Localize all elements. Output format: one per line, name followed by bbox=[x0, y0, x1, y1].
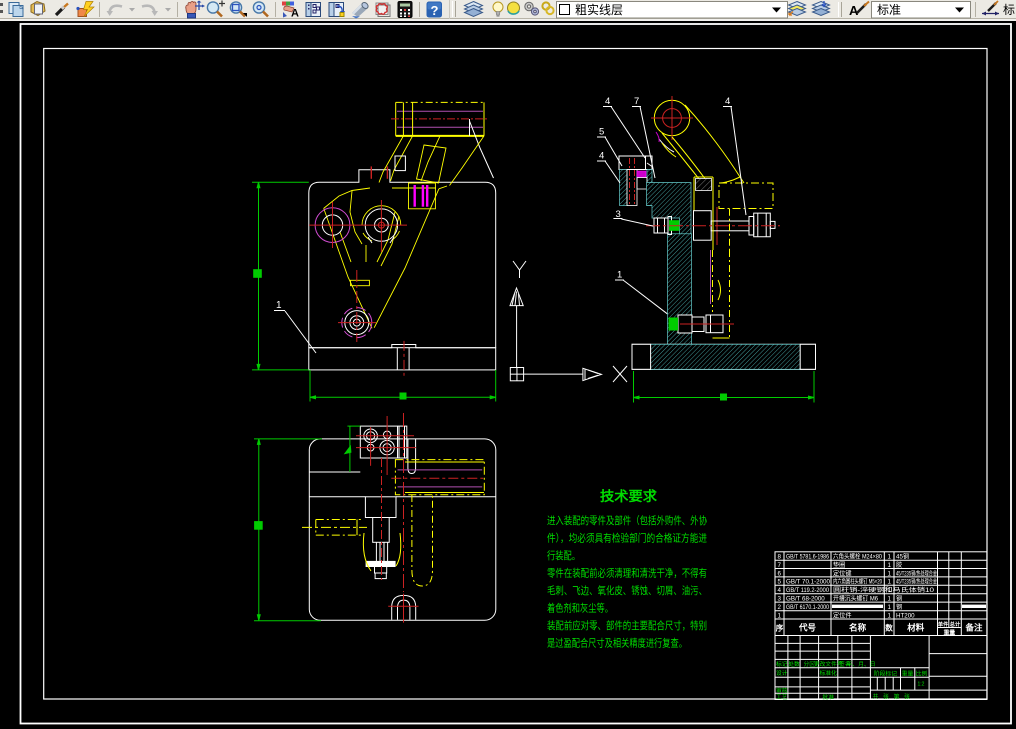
svg-text:4: 4 bbox=[778, 587, 782, 594]
svg-text:A: A bbox=[291, 8, 299, 20]
svg-text:阶段标记: 阶段标记 bbox=[874, 670, 897, 678]
svg-text:HT200: HT200 bbox=[896, 612, 915, 619]
svg-text:6: 6 bbox=[778, 570, 782, 577]
svg-text:1: 1 bbox=[888, 587, 892, 594]
svg-text:1: 1 bbox=[888, 554, 892, 561]
svg-text:3: 3 bbox=[616, 209, 621, 220]
svg-text:开槽沉头螺钉 M6: 开槽沉头螺钉 M6 bbox=[833, 595, 879, 603]
svg-text:1: 1 bbox=[888, 604, 892, 611]
svg-text:标: 标 bbox=[1003, 3, 1015, 17]
svg-text:备注: 备注 bbox=[964, 623, 983, 633]
svg-text:45/T235钢/热处理合金: 45/T235钢/热处理合金 bbox=[896, 578, 938, 586]
svg-text:材料: 材料 bbox=[906, 623, 925, 633]
svg-text:45钢: 45钢 bbox=[896, 553, 909, 561]
svg-text:1: 1 bbox=[888, 570, 892, 577]
svg-text:3: 3 bbox=[778, 596, 782, 603]
svg-text:件），均必须具有检验部门的合格证方能进: 件），均必须具有检验部门的合格证方能进 bbox=[547, 532, 707, 545]
svg-text:胶: 胶 bbox=[896, 561, 902, 569]
svg-text:1: 1 bbox=[888, 596, 892, 603]
svg-text:4: 4 bbox=[725, 96, 730, 107]
svg-text:GB/T 70.1-2000: GB/T 70.1-2000 bbox=[786, 579, 830, 586]
svg-text:7: 7 bbox=[778, 562, 782, 569]
svg-text:技术要求: 技术要求 bbox=[600, 488, 658, 504]
svg-text:六角头螺栓 M24×80: 六角头螺栓 M24×80 bbox=[833, 553, 882, 561]
svg-text:内六角圆柱头螺钉 M5×20: 内六角圆柱头螺钉 M5×20 bbox=[833, 578, 882, 586]
svg-text:共: 共 bbox=[873, 693, 879, 701]
svg-text:标准化: 标准化 bbox=[819, 669, 837, 677]
svg-text:名称: 名称 bbox=[849, 623, 867, 633]
svg-text:工艺: 工艺 bbox=[776, 693, 788, 701]
svg-text:总计: 总计 bbox=[950, 620, 961, 628]
svg-text:圆柱销-淬硬钢和马氏体销10: 圆柱销-淬硬钢和马氏体销10 bbox=[833, 586, 935, 594]
svg-text:钢: 钢 bbox=[896, 595, 902, 603]
svg-text:A: A bbox=[849, 3, 859, 18]
svg-text:序: 序 bbox=[776, 623, 784, 633]
svg-text:处数: 处数 bbox=[788, 660, 800, 668]
svg-text:审核: 审核 bbox=[776, 686, 788, 694]
svg-text:代号: 代号 bbox=[798, 623, 817, 633]
svg-text:装配前应对零、部件的主要配合尺寸，特别: 装配前应对零、部件的主要配合尺寸，特别 bbox=[547, 619, 707, 632]
svg-text:设计: 设计 bbox=[776, 669, 788, 677]
svg-text:重量: 重量 bbox=[944, 628, 956, 636]
svg-text:8: 8 bbox=[778, 554, 782, 561]
svg-text:5: 5 bbox=[778, 579, 782, 586]
svg-text:45/T235钢/热处理合金: 45/T235钢/热处理合金 bbox=[896, 569, 938, 577]
svg-text:张: 张 bbox=[904, 693, 910, 701]
svg-text:行装配。: 行装配。 bbox=[547, 549, 580, 562]
svg-text:7: 7 bbox=[634, 96, 639, 107]
svg-text:年、月、日: 年、月、日 bbox=[847, 660, 876, 668]
svg-text:张: 张 bbox=[883, 693, 889, 701]
svg-text:定位键: 定位键 bbox=[833, 569, 852, 577]
svg-text:着色剂和灰尘等。: 着色剂和灰尘等。 bbox=[547, 602, 613, 615]
svg-text:标准: 标准 bbox=[877, 3, 901, 17]
svg-text:1: 1 bbox=[888, 579, 892, 586]
svg-text:比例: 比例 bbox=[916, 670, 928, 678]
svg-text:1: 1 bbox=[778, 612, 782, 619]
svg-text:粗实线层: 粗实线层 bbox=[575, 2, 623, 17]
svg-text:是过盈配合尺寸及相关精度进行复查。: 是过盈配合尺寸及相关精度进行复查。 bbox=[547, 637, 687, 650]
svg-text:第: 第 bbox=[894, 693, 900, 701]
svg-text:单件: 单件 bbox=[938, 620, 949, 628]
svg-text:垫圈: 垫圈 bbox=[833, 561, 845, 569]
svg-text:钢: 钢 bbox=[896, 603, 902, 611]
svg-text:GB/T 68-2000: GB/T 68-2000 bbox=[786, 596, 825, 603]
svg-text:数: 数 bbox=[885, 623, 893, 633]
svg-text:毛刺、飞边、氧化皮、锈蚀、切屑、油污、: 毛刺、飞边、氧化皮、锈蚀、切屑、油污、 bbox=[547, 584, 707, 597]
svg-text:1:2: 1:2 bbox=[918, 682, 925, 688]
svg-text:GB/T 119.2-2000: GB/T 119.2-2000 bbox=[786, 587, 830, 594]
svg-text:1: 1 bbox=[617, 270, 622, 281]
svg-text:批准: 批准 bbox=[822, 693, 834, 701]
svg-text:1: 1 bbox=[888, 562, 892, 569]
svg-text:4: 4 bbox=[605, 96, 610, 107]
svg-text:标记: 标记 bbox=[776, 660, 788, 668]
svg-text:?: ? bbox=[431, 3, 439, 18]
svg-text:零件在装配前必须清理和清洗干净，不得有: 零件在装配前必须清理和清洗干净，不得有 bbox=[547, 567, 707, 580]
svg-text:GB/T 5781.6-1986: GB/T 5781.6-1986 bbox=[786, 554, 829, 561]
svg-text:2: 2 bbox=[778, 604, 782, 611]
svg-text:重量: 重量 bbox=[902, 670, 914, 678]
svg-text:定位件: 定位件 bbox=[833, 611, 852, 619]
svg-text:进入装配的零件及部件（包括外购件、外协: 进入装配的零件及部件（包括外购件、外协 bbox=[547, 514, 707, 527]
svg-text:5: 5 bbox=[599, 127, 604, 138]
svg-text:GB/T 6170.1-2000: GB/T 6170.1-2000 bbox=[786, 604, 829, 611]
svg-text:1: 1 bbox=[276, 300, 282, 311]
svg-text:4: 4 bbox=[599, 151, 604, 162]
svg-text:1: 1 bbox=[888, 612, 892, 619]
